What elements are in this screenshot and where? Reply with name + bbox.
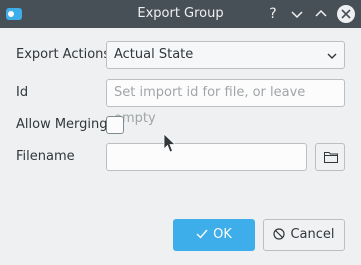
minimize-icon	[291, 11, 303, 19]
filename-input[interactable]	[106, 143, 307, 171]
close-button[interactable]	[337, 5, 355, 23]
minimize-button[interactable]	[289, 6, 305, 22]
export-actions-value: Actual State	[114, 47, 194, 62]
allow-merging-checkbox[interactable]	[106, 116, 124, 134]
help-icon: ?	[269, 6, 277, 22]
cancel-button[interactable]: Cancel	[263, 219, 345, 251]
export-actions-label: Export Actions	[16, 47, 111, 62]
export-actions-select[interactable]: Actual State	[106, 41, 345, 69]
browse-file-button[interactable]	[315, 143, 345, 171]
chevron-down-icon	[327, 53, 337, 59]
title-bar: Export Group ?	[0, 0, 361, 28]
id-label: Id	[16, 85, 29, 100]
close-icon	[341, 9, 351, 19]
checkmark-icon	[196, 229, 208, 239]
filename-label: Filename	[16, 149, 75, 164]
ok-button[interactable]: OK	[173, 219, 255, 251]
mouse-cursor-icon	[163, 133, 176, 153]
window-title: Export Group	[137, 6, 224, 21]
id-placeholder: Set import id for file, or leave empty	[114, 85, 306, 126]
cancel-icon	[273, 228, 286, 240]
folder-icon	[324, 152, 338, 163]
id-input[interactable]: Set import id for file, or leave empty	[106, 79, 345, 126]
cancel-label: Cancel	[290, 227, 335, 242]
maximize-button[interactable]	[313, 6, 329, 22]
ok-label: OK	[213, 227, 232, 242]
maximize-icon	[315, 9, 327, 17]
help-button[interactable]: ?	[265, 6, 281, 22]
allow-merging-label: Allow Merging	[16, 117, 108, 132]
